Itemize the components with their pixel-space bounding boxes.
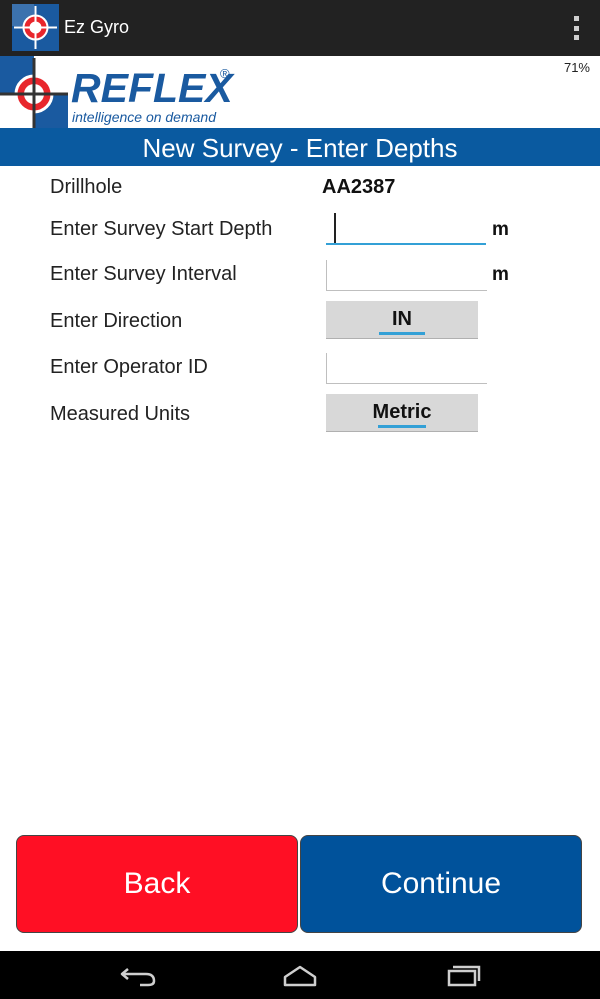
drillhole-value: AA2387 bbox=[322, 176, 396, 198]
page-title: New Survey - Enter Depths bbox=[0, 128, 600, 166]
start-depth-label: Enter Survey Start Depth bbox=[50, 218, 273, 240]
overflow-menu-icon[interactable] bbox=[572, 16, 580, 40]
start-depth-input[interactable] bbox=[326, 213, 486, 245]
nav-back-icon[interactable] bbox=[118, 961, 158, 989]
nav-recents-icon[interactable] bbox=[443, 961, 483, 989]
direction-toggle-button[interactable]: IN bbox=[326, 301, 478, 339]
text-caret bbox=[334, 213, 336, 243]
drillhole-label: Drillhole bbox=[50, 176, 123, 198]
operator-id-input[interactable] bbox=[326, 353, 487, 384]
start-depth-unit: m bbox=[492, 219, 509, 240]
interval-label: Enter Survey Interval bbox=[50, 263, 237, 285]
back-button[interactable]: Back bbox=[16, 835, 298, 933]
battery-level: 71% bbox=[563, 60, 590, 75]
nav-home-icon[interactable] bbox=[280, 961, 320, 989]
registered-mark: ® bbox=[220, 66, 230, 81]
operator-label: Enter Operator ID bbox=[50, 356, 208, 378]
toggle-indicator bbox=[379, 332, 425, 335]
direction-value: IN bbox=[392, 308, 412, 330]
logo-wordmark: REFLEX bbox=[71, 65, 233, 111]
direction-label: Enter Direction bbox=[50, 310, 183, 332]
app-title: Ez Gyro bbox=[64, 17, 130, 37]
main-content: REFLEX ® intelligence on demand 71% New … bbox=[0, 56, 600, 951]
toggle-indicator bbox=[378, 425, 426, 428]
reflex-crosshair-icon bbox=[0, 56, 68, 128]
units-value: Metric bbox=[372, 401, 432, 423]
interval-input[interactable] bbox=[326, 260, 487, 291]
action-bar: Ez Gyro bbox=[0, 0, 600, 57]
interval-unit: m bbox=[492, 264, 509, 285]
units-label: Measured Units bbox=[50, 403, 191, 425]
continue-button[interactable]: Continue bbox=[300, 835, 582, 933]
units-toggle-button[interactable]: Metric bbox=[326, 394, 478, 432]
app-logo-icon bbox=[12, 4, 59, 51]
logo-tagline: intelligence on demand bbox=[72, 109, 216, 125]
reflex-logo: REFLEX ® intelligence on demand 71% bbox=[0, 56, 600, 128]
system-nav-bar bbox=[0, 951, 600, 999]
